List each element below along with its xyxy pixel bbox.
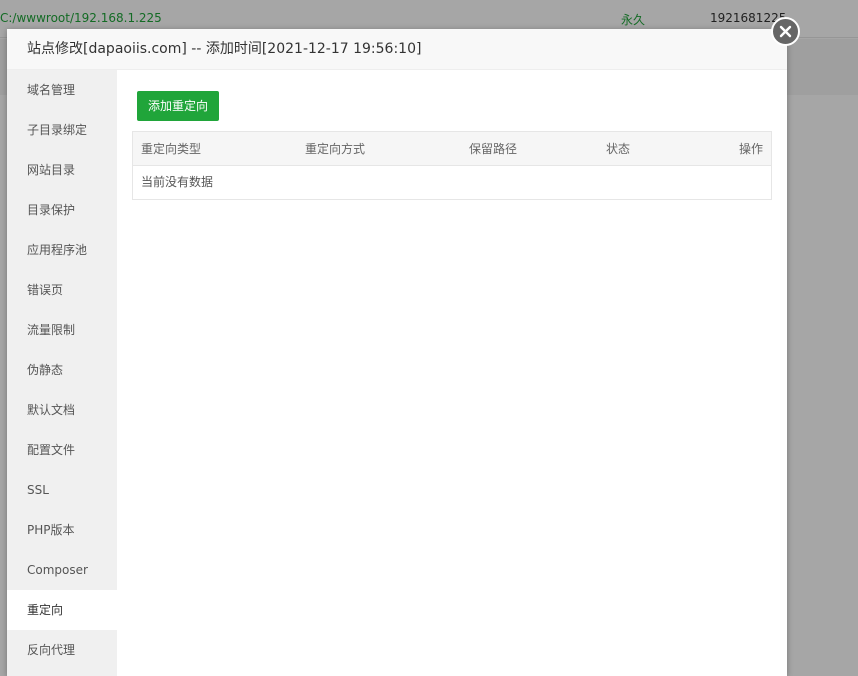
- column-header-keep-path: 保留路径: [469, 142, 518, 156]
- sidebar-item-rewrite[interactable]: 伪静态: [7, 350, 117, 390]
- table-empty-message: 当前没有数据: [141, 175, 214, 189]
- sidebar-item-label: PHP版本: [27, 523, 75, 537]
- sidebar-item-ssl[interactable]: SSL: [7, 470, 117, 510]
- sidebar-item-domain-management[interactable]: 域名管理: [7, 70, 117, 110]
- sidebar-item-label: 网站目录: [27, 163, 76, 177]
- sidebar-item-directory-protection[interactable]: 目录保护: [7, 190, 117, 230]
- sidebar-item-label: 流量限制: [27, 323, 76, 337]
- sidebar-item-config-file[interactable]: 配置文件: [7, 430, 117, 470]
- sidebar-item-composer[interactable]: Composer: [7, 550, 117, 590]
- sidebar-item-label: 域名管理: [27, 83, 76, 97]
- table-header: 重定向类型 重定向方式 保留路径 状态 操作: [133, 132, 771, 166]
- redirect-panel: 添加重定向 重定向类型 重定向方式 保留路径 状态 操作 当前没有数据: [117, 70, 787, 676]
- column-header-redirect-type: 重定向类型: [141, 142, 202, 156]
- sidebar-item-label: 反向代理: [27, 643, 76, 657]
- sidebar-item-label: 默认文档: [27, 403, 76, 417]
- site-edit-modal: 站点修改[dapaoiis.com] -- 添加时间[2021-12-17 19…: [7, 29, 787, 676]
- sidebar-item-label: 应用程序池: [27, 243, 88, 257]
- sidebar-item-label: 重定向: [27, 603, 64, 617]
- sidebar-item-label: 目录保护: [27, 203, 76, 217]
- sidebar-item-php-version[interactable]: PHP版本: [7, 510, 117, 550]
- sidebar-item-label: 配置文件: [27, 443, 76, 457]
- sidebar-item-redirect[interactable]: 重定向: [7, 590, 117, 630]
- settings-sidebar: 域名管理 子目录绑定 网站目录 目录保护 应用程序池 错误页 流量限制 伪静态 …: [7, 70, 117, 676]
- column-header-redirect-method: 重定向方式: [305, 142, 366, 156]
- sidebar-item-app-pool[interactable]: 应用程序池: [7, 230, 117, 270]
- sidebar-item-error-pages[interactable]: 错误页: [7, 270, 117, 310]
- sidebar-item-default-document[interactable]: 默认文档: [7, 390, 117, 430]
- sidebar-item-reverse-proxy[interactable]: 反向代理: [7, 630, 117, 670]
- sidebar-item-subdirectory-binding[interactable]: 子目录绑定: [7, 110, 117, 150]
- sidebar-item-label: Composer: [27, 563, 88, 577]
- sidebar-item-label: 伪静态: [27, 363, 64, 377]
- close-circle-icon: [779, 25, 792, 38]
- sidebar-item-traffic-limit[interactable]: 流量限制: [7, 310, 117, 350]
- modal-title: 站点修改[dapaoiis.com] -- 添加时间[2021-12-17 19…: [7, 29, 787, 70]
- add-redirect-button[interactable]: 添加重定向: [137, 91, 219, 121]
- close-modal-button[interactable]: [771, 17, 800, 46]
- sidebar-item-label: 错误页: [27, 283, 64, 297]
- sidebar-item-site-directory[interactable]: 网站目录: [7, 150, 117, 190]
- column-header-actions: 操作: [739, 142, 764, 156]
- sidebar-item-label: 子目录绑定: [27, 123, 88, 137]
- column-header-status: 状态: [606, 142, 631, 156]
- redirect-table: 重定向类型 重定向方式 保留路径 状态 操作 当前没有数据: [132, 131, 772, 200]
- sidebar-item-label: SSL: [27, 483, 49, 497]
